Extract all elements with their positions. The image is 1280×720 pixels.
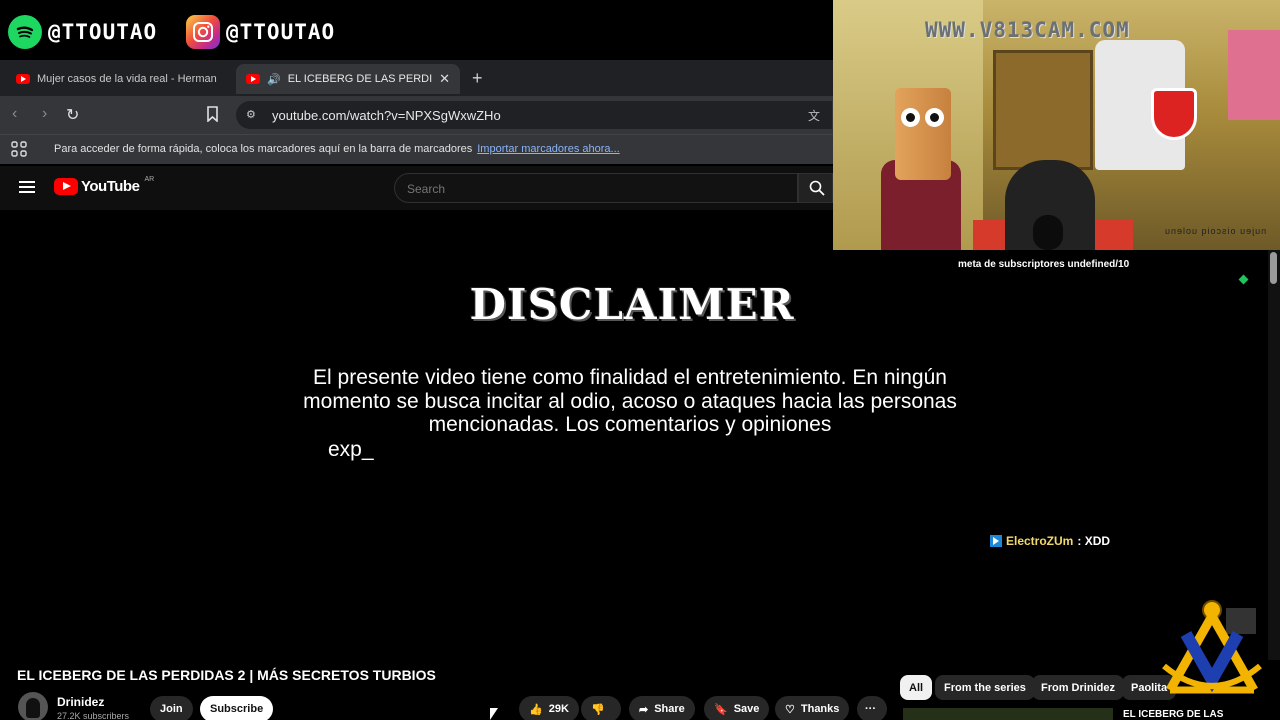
bookmarks-bar: Para acceder de forma rápida, coloca los… [0,134,833,164]
disclaimer-body: El presente video tiene como finalidad e… [303,366,957,436]
youtube-header: YouTube AR [0,166,833,210]
recommended-title[interactable]: EL ICEBERG DE LAS [1123,709,1223,720]
thanks-icon: ♡ [785,703,795,716]
save-button[interactable]: 🔖 Save [704,696,770,720]
mascot-head [895,88,951,180]
chat-message: ElectroZUm : XDD [990,534,1110,548]
chat-platform-icon [990,535,1002,547]
youtube-favicon-icon [246,74,260,84]
share-button[interactable]: ➦ Share [629,696,695,720]
search-button[interactable] [798,173,833,203]
chat-text: : XDD [1077,534,1111,548]
share-icon: ➦ [639,703,649,716]
more-icon: ··· [865,703,876,715]
spotify-handle: @TTOUTAO [48,20,158,44]
close-icon[interactable]: ✕ [439,71,450,87]
tab-iceberg-active[interactable]: 🔊 EL ICEBERG DE LAS PERDIDAS ✕ [236,64,460,94]
chip-label: From Drinidez [1041,681,1115,694]
chip-from-series[interactable]: From the series [935,675,1035,700]
translate-icon[interactable]: 文 [808,107,820,124]
mascot-eye [901,108,920,127]
like-button[interactable]: 👍 29K [519,696,579,720]
cam-mirrored-text: nujeu oiscoiq uolenu [1163,226,1266,236]
chip-label: From the series [944,681,1026,694]
cam-pink-garment [1228,30,1280,120]
microphone-icon [1033,215,1063,250]
speaker-icon: 🔊 [267,73,281,86]
webcam-overlay: WWW.V813CAM.COM nujeu oiscoiq uolenu [833,0,1280,250]
channel-avatar[interactable] [18,692,48,720]
join-button[interactable]: Join [150,696,193,720]
youtube-play-icon [54,178,78,195]
tab-label: EL ICEBERG DE LAS PERDIDAS [287,73,433,85]
hamburger-menu-icon[interactable] [19,181,35,193]
thanks-button[interactable]: ♡ Thanks [775,696,850,720]
disclaimer-typing-text: exp_ [328,438,374,461]
bookmarks-hint: Para acceder de forma rápida, coloca los… [54,143,620,155]
disclaimer-heading: DISCLAIMER [469,280,795,329]
compass-emblem-icon [1162,600,1262,694]
save-label: Save [733,703,760,715]
instagram-handle: @TTOUTAO [226,20,336,44]
scrollbar-thumb[interactable] [1270,252,1277,284]
thumbs-down-icon: 👎 [591,703,605,716]
forward-icon[interactable]: › [42,105,47,123]
country-code: AR [144,176,155,183]
reload-icon[interactable]: ↻ [66,105,79,125]
back-icon[interactable]: ‹ [12,105,17,123]
instagram-handle-group: @TTOUTAO [186,15,335,49]
club-badge-icon [1151,88,1197,140]
new-tab-button[interactable]: + [472,68,483,89]
chat-username: ElectroZUm [1006,534,1074,548]
search-icon [809,180,825,196]
bookmark-icon[interactable] [206,106,219,127]
import-bookmarks-link[interactable]: Importar marcadores ahora... [477,143,619,155]
mascot-eye [925,108,944,127]
channel-name[interactable]: Drinidez [57,695,104,709]
chip-all[interactable]: All [900,675,933,700]
save-icon: 🔖 [714,703,728,716]
channel-subscribers: 27.2K subscribers [57,711,130,720]
video-title: EL ICEBERG DE LAS PERDIDAS 2 | MÁS SECRE… [17,667,436,683]
cam-shelf [993,50,1093,170]
dislike-button[interactable]: 👎 [581,696,621,720]
spotify-icon [8,15,42,49]
video-player[interactable]: DISCLAIMER El presente video tiene como … [0,210,1268,658]
youtube-logo[interactable]: YouTube AR [54,176,155,195]
page-scrollbar[interactable] [1268,250,1280,660]
instagram-icon [186,15,220,49]
search-box[interactable] [394,173,798,203]
youtube-logo-text: YouTube [81,178,140,195]
browser-toolbar: ‹ › ↻ ⚙ youtube.com/watch?v=NPXSgWxwZHo … [0,96,833,134]
subscriber-goal: meta de subscriptores undefined/10 [958,259,1130,270]
thanks-label: Thanks [800,703,840,715]
tab-label: Mujer casos de la vida real - Herman [37,73,217,85]
subscribe-label: Subscribe [210,703,264,715]
site-settings-icon[interactable]: ⚙ [246,108,256,121]
bookmarks-hint-text: Para acceder de forma rápida, coloca los… [54,143,473,155]
share-label: Share [654,703,685,715]
spotify-handle-group: @TTOUTAO [8,15,157,49]
youtube-favicon-icon [16,74,30,84]
browser-tab-bar: Mujer casos de la vida real - Herman 🔊 E… [0,60,833,96]
thumbs-up-icon: 👍 [529,703,543,716]
mouse-cursor-icon [490,708,498,720]
url-text: youtube.com/watch?v=NPXSgWxwZHo [272,107,501,123]
apps-grid-icon[interactable] [11,141,27,162]
subscribe-button[interactable]: Subscribe [200,696,274,720]
social-bar: @TTOUTAO @TTOUTAO [0,0,833,64]
address-bar[interactable]: ⚙ youtube.com/watch?v=NPXSgWxwZHo 文 [236,101,832,129]
more-actions-button[interactable]: ··· [857,696,887,720]
recommended-thumbnail[interactable] [903,708,1113,720]
chip-label: All [909,681,924,694]
like-count: 29K [548,703,569,715]
search-input[interactable] [407,182,767,196]
chip-from-channel[interactable]: From Drinidez [1032,675,1124,700]
join-label: Join [160,703,183,715]
tab-mujer-casos[interactable]: Mujer casos de la vida real - Herman [6,64,228,94]
cam-watermark: WWW.V813CAM.COM [925,18,1130,42]
